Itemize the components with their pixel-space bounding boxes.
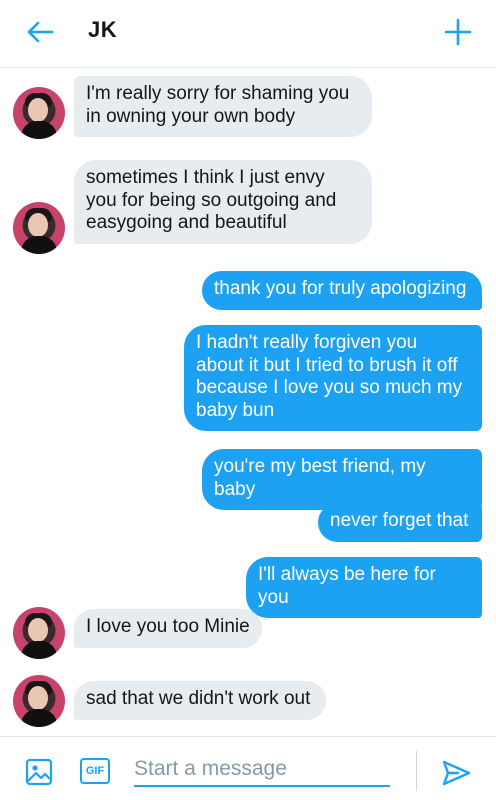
message-bubble-outgoing[interactable]: I hadn't really forgiven you about it bu…	[184, 325, 482, 431]
conversation-header: JK	[0, 0, 496, 68]
message-line: easygoing and beautiful	[86, 212, 287, 233]
message-bubble-outgoing[interactable]: thank you for truly apologizing	[202, 271, 482, 310]
message-bubble-outgoing[interactable]: I'll always be here for you	[246, 557, 482, 618]
image-icon[interactable]	[24, 757, 54, 787]
message-line: I love you too Minie	[86, 616, 250, 637]
message-composer: GIF	[0, 736, 496, 800]
message-line: I hadn't really forgiven you	[196, 332, 418, 353]
back-arrow-icon[interactable]	[22, 14, 58, 50]
avatar[interactable]	[13, 607, 65, 659]
avatar[interactable]	[13, 202, 65, 254]
message-line: never forget that	[330, 510, 469, 531]
plus-icon[interactable]	[440, 14, 476, 50]
avatar[interactable]	[13, 87, 65, 139]
message-line: sad that we didn't work out	[86, 688, 311, 709]
send-icon[interactable]	[440, 757, 472, 789]
message-line: I'll always be here for you	[258, 564, 436, 608]
message-bubble-outgoing[interactable]: you're my best friend, my baby	[202, 449, 482, 510]
gif-button[interactable]: GIF	[80, 758, 110, 784]
message-bubble-outgoing[interactable]: never forget that	[318, 503, 482, 542]
composer-divider	[416, 751, 417, 791]
message-line: thank you for truly apologizing	[214, 278, 467, 299]
message-line: you're my best friend, my baby	[214, 456, 426, 500]
message-line: I'm really sorry for shaming you	[86, 83, 350, 104]
conversation-title: JK	[88, 17, 118, 42]
avatar[interactable]	[13, 675, 65, 727]
message-line: because I love you so much my	[196, 377, 463, 398]
message-bubble-incoming[interactable]: sometimes I think I just envy you for be…	[74, 160, 372, 244]
message-bubble-incoming[interactable]: I love you too Minie	[74, 609, 262, 648]
message-bubble-incoming[interactable]: sad that we didn't work out	[74, 681, 326, 720]
message-list[interactable]: I'm really sorry for shaming you in owni…	[0, 69, 496, 735]
message-line: you for being so outgoing and	[86, 189, 337, 211]
message-input[interactable]	[134, 753, 390, 787]
message-line: in owning your own body	[86, 105, 296, 127]
message-line: about it but I tried to brush it off	[196, 354, 458, 376]
message-line: sometimes I think I just envy	[86, 167, 325, 188]
message-bubble-incoming[interactable]: I'm really sorry for shaming you in owni…	[74, 76, 372, 137]
message-line: baby bun	[196, 399, 275, 421]
